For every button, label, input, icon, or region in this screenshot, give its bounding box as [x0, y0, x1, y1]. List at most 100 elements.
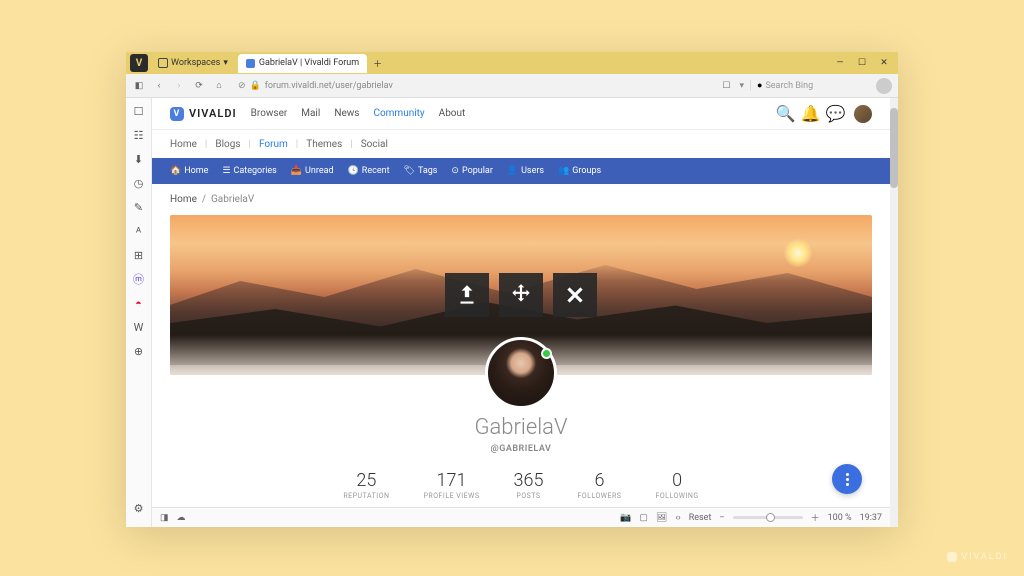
panel-toggle-icon[interactable]: ◧ — [132, 79, 146, 93]
nav-news[interactable]: News — [334, 108, 359, 119]
nav-mail[interactable]: Mail — [301, 108, 320, 119]
nav-browser[interactable]: Browser — [251, 108, 288, 119]
breadcrumb-home[interactable]: Home — [170, 194, 197, 205]
chevron-down-icon: ▾ — [223, 58, 228, 68]
reading-list-icon[interactable]: ☷ — [132, 128, 146, 142]
tab-bar: V Workspaces ▾ GabrielaV | Vivaldi Forum… — [126, 52, 898, 74]
forumnav-unread[interactable]: 📥Unread — [291, 166, 334, 176]
forumnav-popular[interactable]: ⊙Popular — [451, 166, 492, 176]
settings-icon[interactable]: ⚙ — [132, 501, 146, 515]
site-header: V VIVALDI Browser Mail News Community Ab… — [152, 98, 890, 130]
vivaldi-menu-icon[interactable]: V — [130, 54, 148, 72]
watermark-icon — [947, 552, 957, 562]
subnav-forum[interactable]: Forum — [259, 139, 288, 150]
vivaldi-brand[interactable]: V VIVALDI — [170, 107, 237, 121]
search-placeholder: Search Bing — [765, 81, 813, 91]
wikipedia-icon[interactable]: W — [132, 320, 146, 334]
translate-icon[interactable]: ᴬ — [132, 224, 146, 238]
workspaces-icon — [158, 58, 168, 68]
search-icon[interactable]: 🔍 — [779, 107, 792, 120]
clock-value: 19:37 — [860, 513, 882, 523]
nav-about[interactable]: About — [439, 108, 466, 119]
zoom-value: 100 % — [828, 513, 852, 523]
workspaces-button[interactable]: Workspaces ▾ — [152, 56, 234, 70]
window-icon[interactable]: ⊞ — [132, 248, 146, 262]
stat-followers[interactable]: 6FOLLOWERS — [577, 470, 621, 500]
home-button[interactable]: ⌂ — [212, 79, 226, 93]
profile-avatar-icon[interactable] — [876, 78, 892, 94]
cover-edit-tools — [445, 273, 597, 317]
subnav-social[interactable]: Social — [361, 139, 388, 150]
tab-title: GabrielaV | Vivaldi Forum — [259, 58, 359, 68]
forumnav-home[interactable]: 🏠Home — [170, 166, 208, 176]
vivaldi-web-icon[interactable]: ◓ — [132, 296, 146, 310]
stat-following[interactable]: 0FOLLOWING — [655, 470, 698, 500]
group-icon: 👥 — [558, 166, 569, 176]
user-icon: 👤 — [507, 166, 518, 176]
scrollbar[interactable] — [890, 98, 898, 527]
chevron-down-icon[interactable]: ▾ — [739, 81, 744, 91]
list-icon: ☰ — [222, 166, 230, 176]
sync-icon[interactable]: ☁ — [177, 513, 186, 523]
fire-icon: ⊙ — [451, 166, 459, 176]
forumnav-categories[interactable]: ☰Categories — [222, 166, 276, 176]
breadcrumb-current: GabrielaV — [211, 194, 254, 205]
reload-button[interactable]: ⟳ — [192, 79, 206, 93]
downloads-icon[interactable]: ⬇ — [132, 152, 146, 166]
clock-icon: 🕓 — [348, 166, 359, 176]
stat-profile-views[interactable]: 171PROFILE VIEWS — [424, 470, 480, 500]
nav-community[interactable]: Community — [373, 108, 424, 119]
browser-tab[interactable]: GabrielaV | Vivaldi Forum — [238, 54, 367, 73]
profile-avatar[interactable] — [485, 337, 557, 409]
side-panel: ☐ ☷ ⬇ ◷ ✎ ᴬ ⊞ ⓜ ◓ W ⊕ ⚙ — [126, 98, 152, 527]
notes-icon[interactable]: ✎ — [132, 200, 146, 214]
brand-text: VIVALDI — [189, 107, 237, 120]
zoom-reset[interactable]: Reset — [689, 513, 712, 523]
add-panel-icon[interactable]: ⊕ — [132, 344, 146, 358]
history-icon[interactable]: ◷ — [132, 176, 146, 190]
stat-posts[interactable]: 365POSTS — [514, 470, 544, 500]
maximize-button[interactable]: ☐ — [856, 57, 868, 69]
forumnav-users[interactable]: 👤Users — [507, 166, 544, 176]
watermark: VIVALDI — [947, 552, 1008, 562]
reposition-cover-button[interactable] — [499, 273, 543, 317]
capture-icon[interactable]: 📷 — [620, 513, 631, 523]
bookmarks-icon[interactable]: ☐ — [132, 104, 146, 118]
new-tab-button[interactable]: ＋ — [367, 57, 388, 70]
forumnav-recent[interactable]: 🕓Recent — [348, 166, 390, 176]
upload-cover-button[interactable] — [445, 273, 489, 317]
subnav-blogs[interactable]: Blogs — [215, 139, 240, 150]
search-engine-icon: ● — [757, 80, 762, 91]
upload-icon — [454, 282, 480, 308]
bookmark-icon[interactable]: ☐ — [719, 79, 733, 93]
bell-icon[interactable]: 🔔 — [804, 107, 817, 120]
zoom-in-icon[interactable]: ＋ — [811, 511, 820, 524]
panel-collapse-icon[interactable]: ◨ — [160, 513, 169, 523]
status-bar: ◨ ☁ 📷 ▢ 🖼 ‹› Reset − ＋ 100 % 19:37 — [152, 507, 890, 527]
close-button[interactable]: ✕ — [878, 57, 890, 69]
chat-icon[interactable]: 💬 — [829, 107, 842, 120]
forward-button[interactable]: › — [172, 79, 186, 93]
more-actions-fab[interactable] — [832, 464, 862, 494]
forumnav-groups[interactable]: 👥Groups — [558, 166, 601, 176]
move-icon — [508, 282, 534, 308]
subnav-themes[interactable]: Themes — [306, 139, 342, 150]
stat-reputation[interactable]: 25REPUTATION — [343, 470, 389, 500]
remove-cover-button[interactable] — [553, 273, 597, 317]
sub-nav: Home| Blogs| Forum| Themes| Social — [152, 130, 890, 158]
tiling-icon[interactable]: ▢ — [639, 513, 648, 523]
shield-icon: ⊘ — [238, 81, 246, 91]
images-toggle-icon[interactable]: 🖼 — [656, 513, 667, 523]
page-actions-icon[interactable]: ‹› — [675, 513, 680, 523]
zoom-slider[interactable] — [733, 516, 803, 519]
mastodon-icon[interactable]: ⓜ — [132, 272, 146, 286]
lock-icon: 🔒 — [250, 81, 261, 91]
search-field[interactable]: ● Search Bing — [750, 80, 870, 91]
subnav-home[interactable]: Home — [170, 139, 197, 150]
forumnav-tags[interactable]: 🏷Tags — [404, 166, 438, 176]
url-field[interactable]: ⊘ 🔒 forum.vivaldi.net/user/gabrielav — [232, 79, 713, 93]
back-button[interactable]: ‹ — [152, 79, 166, 93]
zoom-out-icon[interactable]: − — [719, 513, 724, 523]
user-avatar[interactable] — [854, 105, 872, 123]
minimize-button[interactable]: — — [834, 57, 846, 69]
